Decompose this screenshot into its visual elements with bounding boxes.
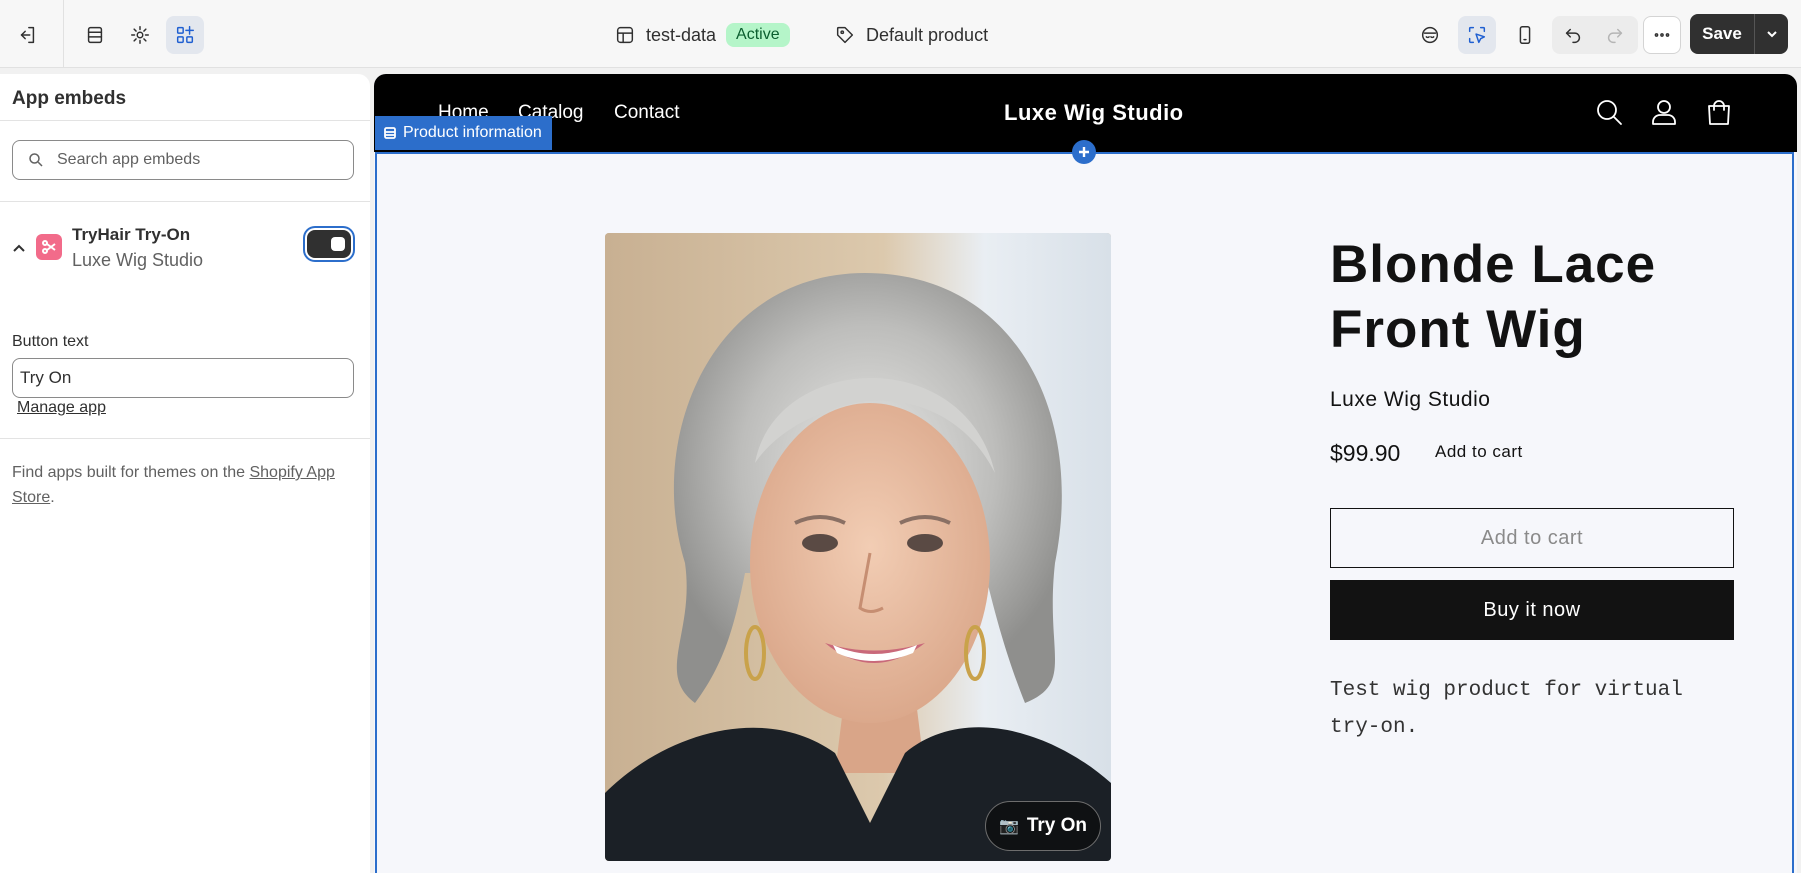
layout-icon [616,26,634,44]
undo-icon [1565,28,1581,44]
button-text-label: Button text [12,333,89,350]
collapse-embed-button[interactable] [10,240,28,258]
product-title: Blonde Lace Front Wig [1330,235,1657,359]
theme-selector[interactable]: test-data Active [614,18,790,52]
sections-icon [87,26,103,44]
add-section-button[interactable] [1072,140,1096,164]
try-on-button[interactable]: 📷 Try On [985,801,1101,851]
undo-button[interactable] [1554,16,1592,54]
divider [0,438,370,439]
embed-store: Luxe Wig Studio [72,250,204,270]
embed-name: TryHair Try-On [72,225,191,244]
store-search-button[interactable] [1593,96,1625,128]
search-input[interactable] [57,151,337,169]
app-icon [36,234,62,260]
template-name: Default product [866,24,989,45]
exit-icon [20,26,35,44]
search-icon [29,153,43,167]
price-add-to-cart-text: Add to cart [1435,442,1523,461]
divider [0,201,370,202]
section-label-text: Product information [403,124,542,141]
section-label[interactable]: Product information [375,116,552,150]
product-description: Test wig product for virtual try-on. [1330,679,1683,739]
search-box[interactable] [12,140,354,180]
add-to-cart-button[interactable]: Add to cart [1330,508,1734,568]
plus-icon [1079,147,1089,157]
section-icon [384,127,396,139]
buy-now-button[interactable]: Buy it now [1330,580,1734,640]
sections-button[interactable] [76,16,114,54]
try-on-label: Try On [1026,815,1088,836]
save-button[interactable]: Save [1690,14,1754,54]
status-badge: Active [726,23,790,47]
editor-topbar: test-data Active Default product Save [0,0,1801,68]
tag-icon [836,26,854,44]
find-apps-end: . [50,489,55,506]
store-logo-text[interactable]: Luxe Wig Studio [1004,100,1184,126]
search-icon [1597,100,1622,125]
redo-icon [1607,28,1623,44]
exit-button[interactable] [8,16,46,54]
app-embeds-panel: App embeds TryHair Try-On Luxe Wig Studi… [0,74,370,873]
camera-icon: 📷 [998,818,1019,835]
scissors-icon [42,240,56,254]
find-apps-prefix: Find apps built for themes on the [12,464,246,481]
topbar-divider [63,0,64,68]
chevron-up-icon [13,244,25,252]
cursor-select-icon [1468,26,1486,44]
redo-button[interactable] [1596,16,1634,54]
mobile-icon [1519,26,1531,44]
nav-contact[interactable]: Contact [614,102,679,124]
more-actions-button[interactable] [1643,16,1681,54]
inspector-button[interactable] [1411,16,1449,54]
app-embeds-button[interactable] [166,16,204,54]
select-element-button[interactable] [1458,16,1496,54]
inspector-icon [1421,26,1439,44]
gear-icon [131,26,149,44]
find-apps-text: Find apps built for themes on the Shopif… [12,460,357,510]
chevron-down-icon [1766,31,1777,38]
account-button[interactable] [1648,96,1680,128]
cart-button[interactable] [1703,96,1735,128]
save-options-button[interactable] [1754,14,1788,54]
panel-title: App embeds [12,88,127,109]
product-photo [605,233,1111,861]
product-image[interactable]: 📷 Try On [605,233,1111,861]
product-vendor: Luxe Wig Studio [1330,388,1491,411]
divider [0,120,370,121]
embed-toggle[interactable] [307,230,351,258]
theme-settings-button[interactable] [121,16,159,54]
store-preview: Home Catalog Contact Luxe Wig Studio Pro… [374,74,1797,873]
button-text-field[interactable] [12,358,354,398]
apps-icon [176,26,194,44]
theme-name: test-data [646,24,717,45]
user-icon [1652,100,1676,125]
save-group: Save [1690,14,1788,54]
mobile-preview-button[interactable] [1506,16,1544,54]
manage-app-link[interactable]: Manage app [17,399,106,417]
product-price: $99.90 [1330,440,1401,466]
template-selector[interactable]: Default product [834,18,988,52]
more-horizontal-icon [1654,33,1670,37]
shopping-bag-icon [1708,100,1730,125]
toggle-knob [331,237,345,251]
